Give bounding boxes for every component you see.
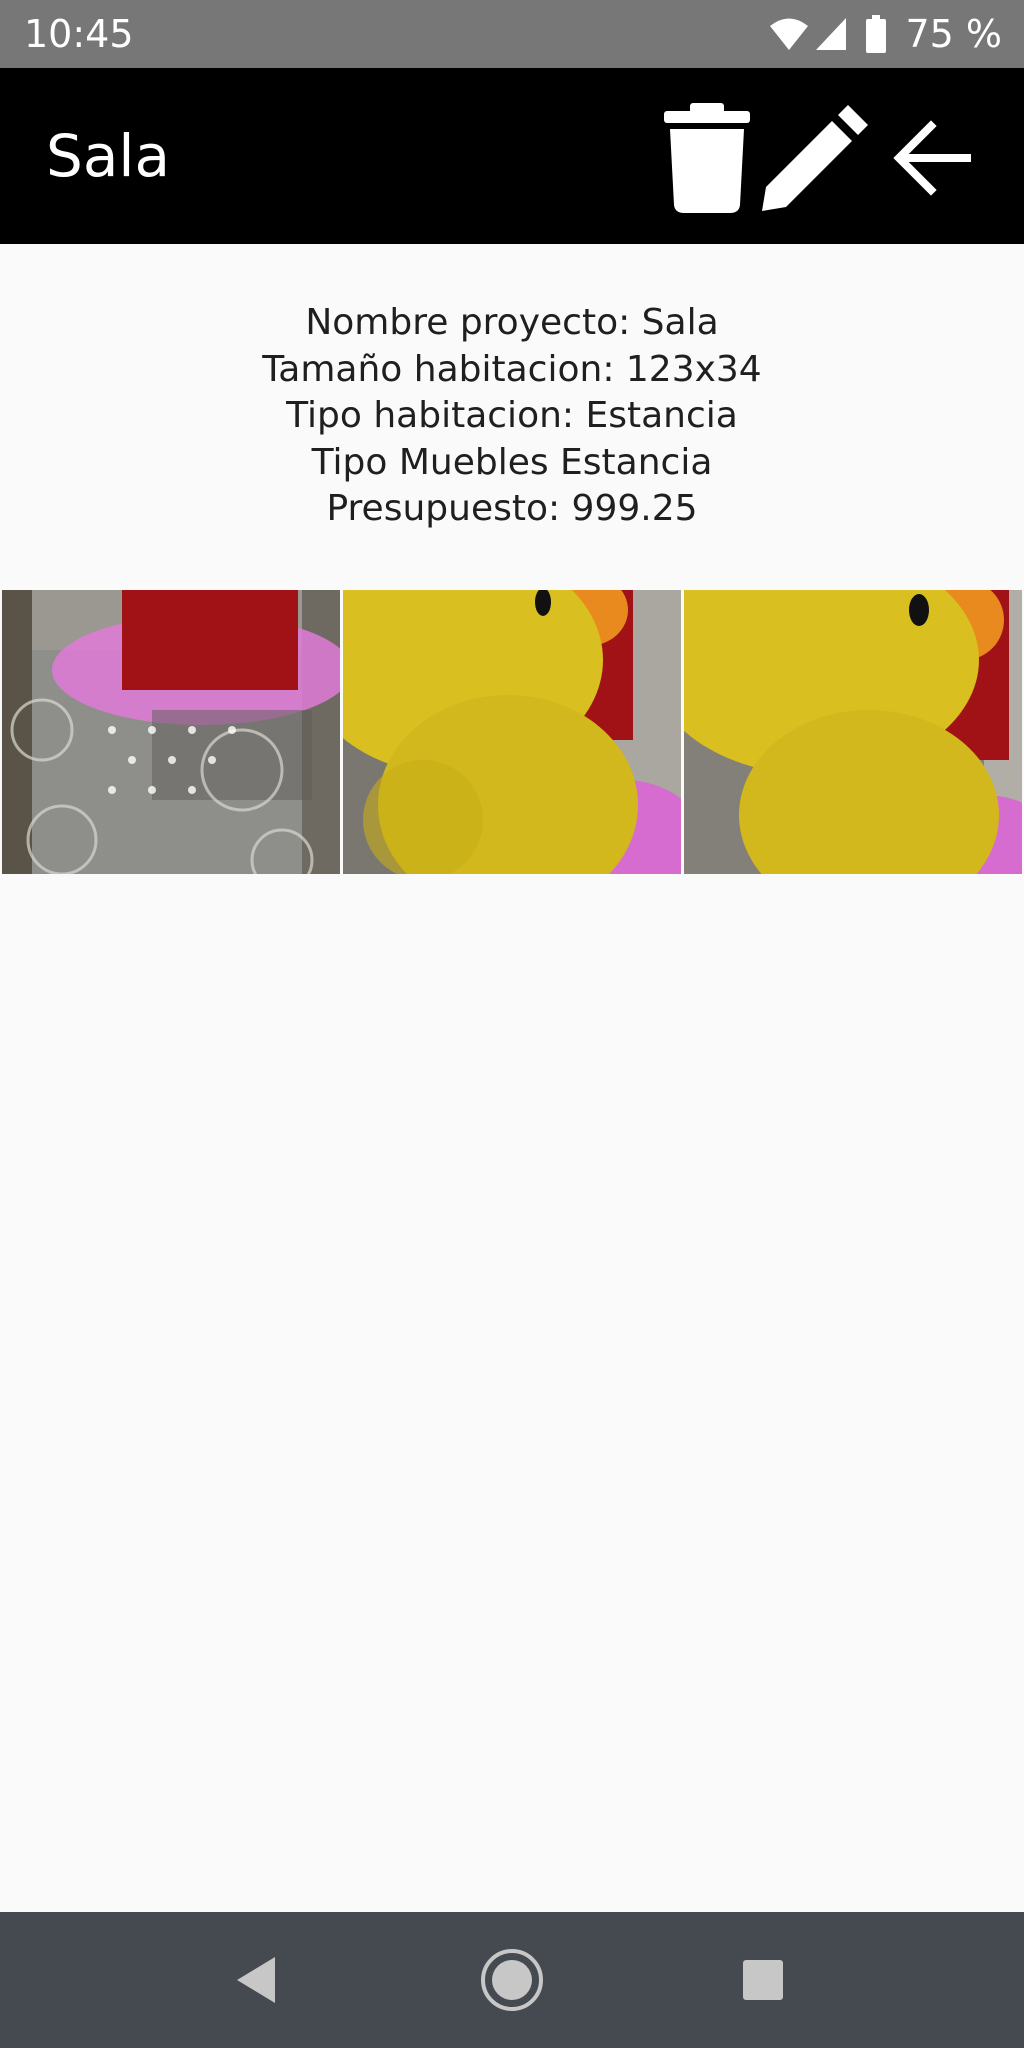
budget: Presupuesto: 999.25 bbox=[326, 488, 698, 529]
room-type: Tipo habitacion: Estancia bbox=[286, 395, 738, 436]
system-home-button[interactable] bbox=[462, 1940, 562, 2020]
edit-button[interactable] bbox=[760, 98, 870, 218]
system-recents-button[interactable] bbox=[713, 1940, 813, 2020]
battery-percent: 75 % bbox=[905, 12, 1002, 56]
pencil-icon bbox=[762, 105, 868, 211]
arrow-left-icon bbox=[893, 120, 971, 196]
project-info: Nombre proyecto: Sala Tamaño habitacion:… bbox=[0, 300, 1024, 533]
photo-gallery bbox=[2, 590, 1022, 874]
photo-thumbnail[interactable] bbox=[343, 590, 681, 874]
project-name: Nombre proyecto: Sala bbox=[305, 302, 719, 343]
battery-icon bbox=[865, 15, 887, 53]
room-size: Tamaño habitacion: 123x34 bbox=[262, 348, 762, 390]
furniture-type: Tipo Muebles Estancia bbox=[311, 441, 713, 483]
photo-thumbnail[interactable] bbox=[684, 590, 1022, 874]
cell-signal-icon bbox=[815, 17, 847, 51]
status-icons: 75 % bbox=[769, 10, 1002, 58]
back-triangle-icon bbox=[237, 1957, 275, 2003]
trash-icon bbox=[664, 103, 750, 213]
app-bar: Sala bbox=[0, 68, 1024, 244]
system-navigation-bar bbox=[0, 1912, 1024, 2048]
wifi-icon bbox=[769, 17, 809, 51]
status-bar: 10:45 75 % bbox=[0, 0, 1024, 68]
page-title: Sala bbox=[46, 122, 171, 190]
system-back-button[interactable] bbox=[205, 1940, 305, 2020]
delete-button[interactable] bbox=[652, 98, 762, 218]
home-circle-icon bbox=[481, 1949, 543, 2011]
photo-thumbnail[interactable] bbox=[2, 590, 340, 874]
recents-square-icon bbox=[743, 1960, 783, 2000]
status-time: 10:45 bbox=[24, 12, 134, 56]
back-arrow-button[interactable] bbox=[876, 98, 986, 218]
